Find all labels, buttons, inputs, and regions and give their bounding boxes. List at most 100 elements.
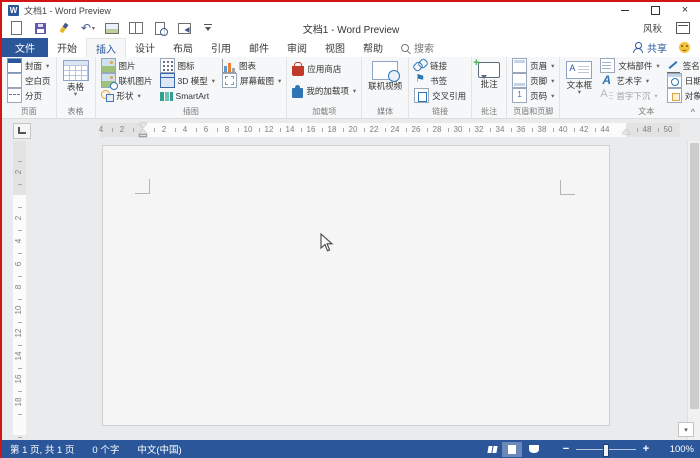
save-icon[interactable] — [33, 21, 47, 35]
tab-stop-selector[interactable] — [13, 123, 31, 139]
table-button[interactable]: 表格 ▾ — [60, 58, 92, 99]
blank-page-button[interactable]: 空白页 — [5, 73, 53, 88]
quick-parts-button[interactable]: 文档部件 ▾ — [598, 58, 661, 73]
zoom-out-button[interactable]: − — [558, 443, 574, 455]
web-layout-icon[interactable] — [524, 442, 544, 457]
vertical-ruler[interactable]: 2 2 4 6 8 10 12 14 16 18 — [13, 141, 26, 438]
browse-next-button[interactable]: ▾ — [678, 422, 694, 437]
bookmark-button[interactable]: 书签 — [412, 72, 468, 88]
my-add-ins-button[interactable]: 我的加载项 ▾ — [290, 80, 358, 102]
collapse-ribbon-icon[interactable]: ^ — [691, 108, 695, 117]
drop-cap-button[interactable]: 首字下沉▾ — [598, 88, 661, 103]
icons-button[interactable]: 图标 — [158, 58, 218, 73]
ruler-mark — [18, 160, 22, 162]
search-box[interactable]: 搜索 — [392, 38, 443, 57]
tab-design[interactable]: 设计 — [126, 38, 164, 57]
quick-access-row: ↶ ▾ 文档1 - Word Preview 风秋 — [2, 18, 700, 38]
format-painter-icon[interactable] — [57, 21, 71, 35]
ruler-mark — [552, 128, 554, 132]
maximize-button[interactable] — [640, 2, 670, 18]
text-box-button[interactable]: 文本框 ▾ — [563, 58, 595, 97]
left-indent-marker[interactable] — [139, 134, 147, 137]
share-button[interactable]: 共享 — [633, 40, 667, 55]
ruler-mark: 10 — [243, 125, 253, 134]
tab-mailings[interactable]: 邮件 — [240, 38, 278, 57]
store-button[interactable]: 应用商店 — [290, 58, 358, 80]
zoom-slider[interactable] — [576, 443, 636, 457]
undo-icon[interactable]: ↶ ▾ — [81, 21, 95, 35]
dropdown-arrow-icon: ▾ — [645, 77, 650, 85]
document-page[interactable] — [102, 145, 610, 426]
online-video-icon — [372, 61, 401, 82]
online-video-button[interactable]: 联机视频 — [365, 58, 405, 91]
ruler-mark — [174, 128, 176, 132]
zoom-in-button[interactable]: + — [638, 443, 654, 455]
new-file-icon[interactable] — [9, 21, 23, 35]
date-time-button[interactable]: 日期和时间 — [665, 73, 700, 88]
ruler-row: 4 2 2 4 6 8 10 12 14 16 18 20 22 24 26 28 30 32 34 36 38 40 42… — [2, 118, 700, 142]
ruler-mark — [405, 128, 407, 132]
word-count[interactable]: 0 个字 — [92, 442, 119, 456]
header-button[interactable]: 页眉 ▾ — [510, 58, 556, 73]
vertical-scrollbar[interactable] — [687, 141, 700, 440]
tab-insert[interactable]: 插入 — [86, 38, 126, 57]
side-by-side-icon[interactable] — [129, 21, 143, 35]
close-button[interactable]: × — [670, 2, 700, 18]
language-indicator[interactable]: 中文(中国) — [137, 442, 181, 456]
tab-view[interactable]: 视图 — [316, 38, 354, 57]
cross-reference-button[interactable]: 交叉引用 — [412, 88, 468, 103]
capture-border-left — [0, 0, 2, 458]
cover-page-button[interactable]: 封面 ▾ — [5, 58, 53, 73]
wordart-button[interactable]: 艺术字▾ — [598, 73, 661, 88]
first-line-indent-marker[interactable] — [139, 123, 147, 128]
zoom-level[interactable]: 100% — [660, 444, 694, 455]
document-area: 2 2 4 6 8 10 12 14 16 18 ▾ — [2, 141, 700, 440]
3d-models-button[interactable]: 3D 模型 ▾ — [158, 73, 218, 88]
ruler-mark — [111, 128, 113, 132]
online-pictures-button[interactable]: 联机图片 — [99, 73, 155, 90]
comment-button[interactable]: 批注 — [473, 57, 503, 89]
tab-layout[interactable]: 布局 — [164, 38, 202, 57]
ruler-mark — [18, 229, 22, 231]
ruler-mark: 26 — [411, 125, 421, 134]
tab-references[interactable]: 引用 — [202, 38, 240, 57]
ribbon-display-options-icon[interactable] — [676, 22, 690, 34]
right-indent-marker[interactable] — [622, 129, 630, 134]
text-box-icon — [566, 61, 593, 79]
user-name[interactable]: 风秋 — [643, 21, 662, 35]
horizontal-ruler[interactable]: 4 2 2 4 6 8 10 12 14 16 18 20 22 24 26 28 30 32 34 36 38 40 42… — [99, 123, 680, 137]
chart-button[interactable]: 图表 — [220, 58, 283, 73]
scrollbar-thumb[interactable] — [690, 143, 699, 409]
footer-button[interactable]: 页脚 ▾ — [510, 73, 556, 88]
screen-clip-icon[interactable] — [105, 21, 119, 35]
ruler-mark: 4 — [182, 125, 188, 134]
link-icon — [414, 59, 427, 72]
screenshot-button[interactable]: 屏幕截图 ▾ — [220, 73, 283, 88]
customize-quick-access-icon[interactable] — [201, 21, 215, 35]
signature-line-button[interactable]: 签名行▾ — [665, 58, 700, 73]
my-addins-icon — [292, 84, 304, 98]
page-break-button[interactable]: 分页 — [5, 88, 53, 103]
tab-review[interactable]: 审阅 — [278, 38, 316, 57]
smartart-button[interactable]: SmartArt — [158, 88, 218, 103]
table-icon — [62, 60, 89, 81]
read-mode-icon[interactable] — [480, 442, 500, 457]
ruler-mark: 6 — [14, 261, 23, 267]
tab-file[interactable]: 文件 — [2, 38, 48, 57]
pictures-button[interactable]: 图片 — [99, 58, 155, 73]
online-pictures-icon — [100, 73, 118, 90]
object-button[interactable]: 对象▾ — [665, 88, 700, 103]
touch-mouse-mode-icon[interactable] — [177, 21, 191, 35]
search-icon — [401, 43, 409, 52]
tab-help[interactable]: 帮助 — [354, 38, 392, 57]
feedback-smiley-icon[interactable] — [679, 42, 690, 53]
shapes-button[interactable]: 形状 ▾ — [99, 88, 155, 103]
page-indicator[interactable]: 第 1 页, 共 1 页 — [10, 442, 74, 456]
minimize-button[interactable] — [610, 2, 640, 18]
page-number-button[interactable]: 页码▾ — [510, 88, 556, 103]
print-layout-icon[interactable] — [502, 441, 522, 457]
link-button[interactable]: 链接 — [412, 58, 468, 73]
zoom-slider-thumb[interactable] — [603, 443, 609, 457]
print-preview-icon[interactable] — [153, 21, 168, 36]
tab-home[interactable]: 开始 — [48, 38, 86, 57]
